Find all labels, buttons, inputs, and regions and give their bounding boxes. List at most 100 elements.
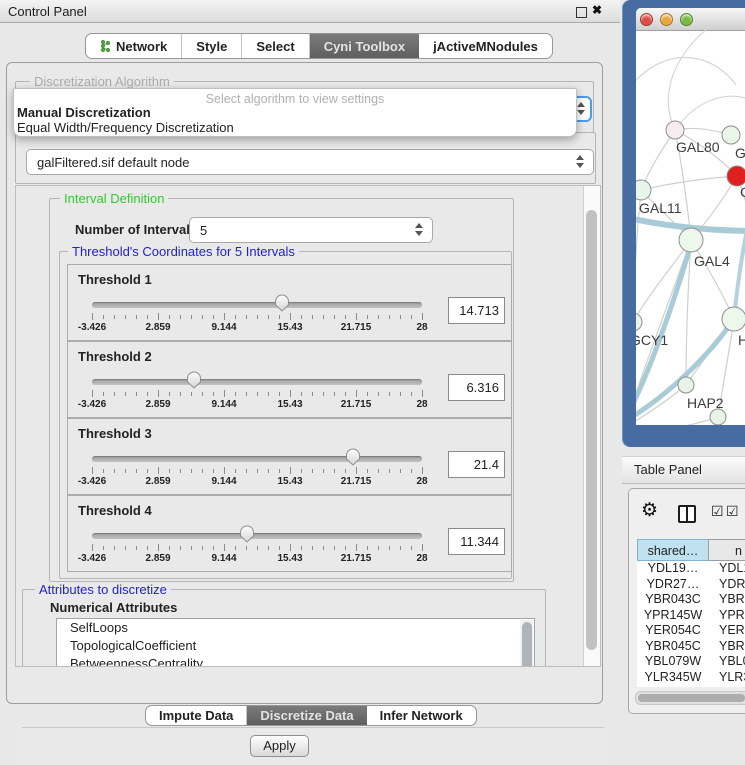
gear-icon[interactable]: ⚙ (641, 501, 658, 521)
cyni-toolbox-panel: Discretization Algorithm Table Data galF… (6, 62, 603, 704)
threshold-value-field[interactable]: 14.713 (448, 297, 505, 324)
cell-name: YDL1 (709, 561, 745, 577)
table-row[interactable]: YLR345WYLR3 (637, 670, 745, 686)
tab-style[interactable]: Style (182, 34, 242, 58)
tick-label: 21.715 (341, 322, 372, 333)
threshold-slider-track[interactable] (92, 302, 422, 308)
network-node[interactable] (636, 180, 651, 200)
attribute-list-item[interactable]: SelfLoops (57, 619, 534, 637)
table-rows: YDL19…YDL1YDR27…YDR2YBR043CYBR0YPR145WYP… (637, 561, 745, 687)
threshold-slider-thumb[interactable] (274, 293, 290, 312)
num-intervals-select[interactable]: 5 (189, 217, 433, 243)
tick-label: 2.859 (145, 553, 170, 564)
combo-stepper-icon[interactable] (577, 102, 586, 115)
zoom-traffic-light-icon[interactable] (680, 13, 693, 26)
table-row[interactable]: YBR043CYBR0 (637, 592, 745, 608)
threshold-value-field[interactable]: 11.344 (448, 528, 505, 555)
table-row[interactable]: YIL052CYIL0 (637, 685, 745, 687)
algorithm-hint: Select algorithm to view settings (14, 92, 576, 106)
tab-jactivemnodules[interactable]: jActiveMNodules (419, 34, 552, 58)
cell-shared-name: YER054C (637, 623, 709, 639)
attribute-list-item[interactable]: BetweennessCentrality (57, 655, 534, 667)
close-traffic-light-icon[interactable] (640, 13, 653, 26)
tab-discretize-data[interactable]: Discretize Data (247, 706, 366, 725)
network-node[interactable] (666, 121, 684, 139)
minimize-traffic-light-icon[interactable] (660, 13, 673, 26)
thresholds-group: Threshold's Coordinates for 5 Intervals … (59, 251, 512, 579)
table-panel-title: Table Panel (634, 462, 702, 477)
combo-stepper-icon[interactable] (576, 155, 585, 168)
tab-select[interactable]: Select (242, 34, 309, 58)
network-node-label: GA (735, 145, 745, 161)
network-node[interactable] (678, 377, 694, 393)
combo-stepper-icon[interactable] (415, 223, 424, 236)
tick-label: 9.144 (211, 399, 236, 410)
column-header-shared-name[interactable]: shared… (637, 539, 709, 561)
table-row[interactable]: YPR145WYPR1 (637, 608, 745, 624)
threshold-slider-thumb[interactable] (186, 370, 202, 389)
network-node[interactable] (710, 409, 726, 425)
cell-name: YDR2 (709, 577, 745, 593)
table-row[interactable]: YER054CYER0 (637, 623, 745, 639)
tab-infer-network[interactable]: Infer Network (367, 706, 476, 725)
network-node-label: HAP2 (687, 395, 724, 411)
settings-scrollbar[interactable] (583, 186, 600, 666)
network-edge (641, 176, 737, 190)
table-data-group: Table Data galFiltered.sif default node (15, 132, 596, 184)
apply-button[interactable]: Apply (250, 735, 309, 757)
threshold-slider-track[interactable] (92, 533, 422, 539)
tab-cyni-toolbox[interactable]: Cyni Toolbox (310, 34, 419, 58)
tick-label: 2.859 (145, 322, 170, 333)
tab-network[interactable]: Network (86, 34, 182, 58)
table-row[interactable]: YBR045CYBR0 (637, 639, 745, 655)
checkbox-icon[interactable]: ☑ (726, 503, 739, 520)
table-hscrollbar-thumb[interactable] (638, 694, 745, 702)
table-row[interactable]: YDL19…YDL1 (637, 561, 745, 577)
threshold-slider-track[interactable] (92, 379, 422, 385)
float-window-icon[interactable] (576, 7, 587, 18)
network-node-label: GAL80 (676, 139, 720, 155)
threshold-slider-track[interactable] (92, 456, 422, 462)
algorithm-option-equal-width[interactable]: Equal Width/Frequency Discretization (17, 120, 234, 135)
settings-scrollbar-thumb[interactable] (586, 210, 597, 650)
num-intervals-label: Number of Intervals (75, 222, 197, 237)
discretization-algorithm-title: Discretization Algorithm (30, 74, 174, 89)
network-edge (636, 58, 736, 91)
list-scrollbar[interactable] (520, 620, 533, 667)
list-scrollbar-thumb[interactable] (522, 622, 532, 667)
close-window-icon[interactable]: ✖ (592, 3, 602, 17)
interval-definition-group: Interval Definition Number of Intervals … (49, 198, 514, 582)
threshold-panel: Threshold 3-3.4262.8599.14415.4321.71528… (67, 418, 512, 495)
threshold-label: Threshold 2 (78, 349, 152, 364)
network-node[interactable] (722, 307, 745, 331)
checkbox-icon[interactable]: ☑ (711, 503, 724, 520)
slider-tick-labels: -3.4262.8599.14415.4321.71528 (92, 476, 422, 488)
columns-icon[interactable] (678, 505, 696, 523)
cell-shared-name: YBR045C (637, 639, 709, 655)
thresholds-group-title: Threshold's Coordinates for 5 Intervals (68, 244, 299, 259)
network-node[interactable] (636, 313, 642, 331)
network-node[interactable] (727, 166, 745, 186)
attribute-list-item[interactable]: TopologicalCoefficient (57, 637, 534, 655)
tick-label: 2.859 (145, 399, 170, 410)
threshold-slider-thumb[interactable] (345, 447, 361, 466)
table-row[interactable]: YDR27…YDR2 (637, 577, 745, 593)
network-view[interactable]: GAL80GACGAL11GAL4GCY1HHAP2 (636, 30, 745, 425)
algorithm-option-manual[interactable]: Manual Discretization (17, 105, 151, 120)
table-hscrollbar[interactable] (635, 691, 745, 705)
network-window-titlebar[interactable] (636, 8, 745, 31)
cell-shared-name: YDR27… (637, 577, 709, 593)
tick-label: 2.859 (145, 476, 170, 487)
tab-impute-data[interactable]: Impute Data (146, 706, 247, 725)
threshold-value-field[interactable]: 21.4 (448, 451, 505, 478)
control-panel-titlebar: Control Panel ✖ (0, 0, 620, 23)
table-data-select[interactable]: galFiltered.sif default node (26, 149, 594, 175)
numerical-attributes-list[interactable]: SelfLoopsTopologicalCoefficientBetweenne… (56, 618, 535, 667)
threshold-value-field[interactable]: 6.316 (448, 374, 505, 401)
network-node[interactable] (679, 228, 703, 252)
algorithm-dropdown: Select algorithm to view settings Manual… (13, 88, 577, 137)
network-node[interactable] (722, 126, 740, 144)
table-row[interactable]: YBL079WYBL0 (637, 654, 745, 670)
column-header-name[interactable]: n (708, 539, 745, 561)
threshold-slider-thumb[interactable] (239, 524, 255, 543)
